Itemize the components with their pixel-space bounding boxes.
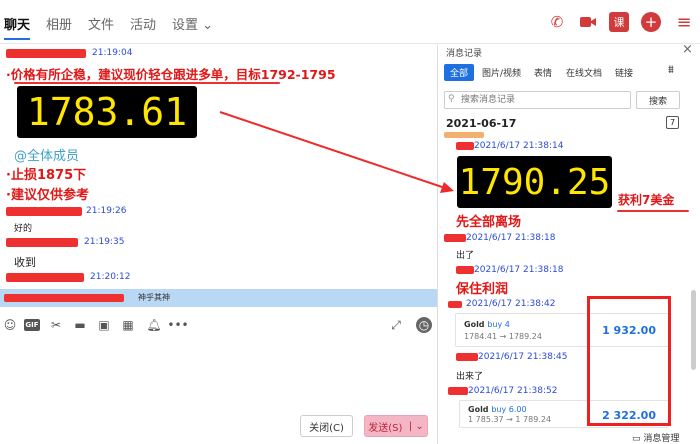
redacted-name xyxy=(6,238,78,247)
active-tab-indicator xyxy=(4,38,30,40)
profit-label: 获利7美金 xyxy=(618,193,675,207)
message-keep-profit: 保住利润 xyxy=(456,282,509,297)
history-clock-icon[interactable]: ◷ xyxy=(416,317,432,333)
underline-mark xyxy=(617,210,689,212)
reply-preview-strip[interactable]: 神乎其神 xyxy=(0,289,437,307)
expand-icon[interactable]: ⤢ xyxy=(388,317,404,333)
image-icon[interactable]: ▣ xyxy=(96,317,112,333)
trade-prices: 1784.41 → 1789.24 xyxy=(464,332,542,341)
date-header: 2021-06-17 xyxy=(446,117,517,130)
redacted-name xyxy=(6,207,82,216)
reply-text: 神乎其神 xyxy=(138,293,170,302)
input-toolbar: ☺ GIF ✂ ▬ ▣ ▦ 🔔︎ ••• ⤢ ◷ xyxy=(0,312,437,338)
trade-symbol: Gold buy 6.00 xyxy=(468,405,527,414)
calendar-icon[interactable]: 7 xyxy=(666,116,679,129)
redacted-name xyxy=(6,273,84,282)
price-image-1: 1783.61 xyxy=(17,86,197,138)
redacted-avatar xyxy=(444,132,484,138)
mention-all[interactable]: @全体成员 xyxy=(14,145,79,164)
highlight-box xyxy=(587,296,671,426)
tab-settings[interactable]: 设置 ⌄ xyxy=(172,14,213,33)
timestamp: 2021/6/17 21:38:42 xyxy=(466,299,556,309)
tab-files[interactable]: 文件 xyxy=(88,14,114,33)
tab-media[interactable]: 图片/视频 xyxy=(482,66,521,79)
video-icon[interactable] xyxy=(576,10,600,34)
message-text: 出了 xyxy=(456,251,475,261)
trade-symbol: Gold buy 4 xyxy=(464,320,510,329)
redacted-name xyxy=(456,266,474,274)
tab-chat[interactable]: 聊天 xyxy=(4,14,30,33)
underline-mark xyxy=(14,82,280,84)
search-icon: ⚲ xyxy=(448,94,455,104)
timestamp: 21:20:12 xyxy=(90,272,131,282)
redacted-name xyxy=(4,294,124,302)
scissors-icon[interactable]: ✂ xyxy=(48,317,64,333)
timestamp: 21:19:26 xyxy=(86,206,127,216)
timestamp: 2021/6/17 21:38:18 xyxy=(466,233,556,243)
message-stop-loss: ·止损1875下 xyxy=(6,168,87,183)
timestamp: 2021/6/17 21:38:18 xyxy=(474,265,564,275)
search-input[interactable] xyxy=(445,92,615,108)
close-icon[interactable]: × xyxy=(682,42,693,57)
message-advice: ·建议仅供参考 xyxy=(6,188,89,203)
search-button[interactable]: 搜索 xyxy=(636,91,680,109)
timestamp: 2021/6/17 21:38:52 xyxy=(468,386,558,396)
calendar-icon[interactable]: ▦ xyxy=(120,317,136,333)
trade-prices: 1 785.37 → 1 789.24 xyxy=(468,415,552,424)
lesson-icon[interactable]: 课 xyxy=(609,12,629,32)
tab-docs[interactable]: 在线文档 xyxy=(566,66,602,79)
tab-album[interactable]: 相册 xyxy=(46,14,72,33)
redacted-name xyxy=(448,387,468,395)
timestamp: 21:19:04 xyxy=(92,48,133,58)
close-button[interactable]: 关闭(C) xyxy=(300,415,353,437)
emoji-icon[interactable]: ☺ xyxy=(2,317,18,333)
more-icon[interactable]: ≡ xyxy=(672,10,696,34)
plus-icon[interactable]: + xyxy=(641,12,661,32)
redacted-name xyxy=(444,234,466,242)
gif-icon[interactable]: GIF xyxy=(24,319,40,331)
message-text: 出来了 xyxy=(456,372,484,382)
message-text: 收到 xyxy=(14,256,36,269)
tab-links[interactable]: 链接 xyxy=(615,66,633,79)
price-image-2: 1790.25 xyxy=(457,156,612,208)
bell-icon[interactable]: 🔔︎ xyxy=(146,317,162,333)
redacted-name xyxy=(6,49,86,58)
phone-icon[interactable]: ✆ xyxy=(545,10,569,34)
message-strategy: ·价格有所企稳，建议现价轻仓跟进多单，目标1792-1795 xyxy=(6,67,336,82)
redacted-name xyxy=(448,301,462,308)
message-management-link[interactable]: ▭ 消息管理 xyxy=(632,431,679,444)
send-button[interactable]: 发送(S) | ⌄ xyxy=(364,415,428,437)
tab-stickers[interactable]: 表情 xyxy=(534,66,552,79)
tab-activity[interactable]: 活动 xyxy=(130,14,156,33)
history-title: 消息记录 xyxy=(446,49,483,59)
folder-icon[interactable]: ▬ xyxy=(72,317,88,333)
redacted-name xyxy=(456,142,474,150)
message-text: 好的 xyxy=(14,224,33,234)
filter-icon[interactable]: ⩩ xyxy=(668,63,674,77)
more-tools-icon[interactable]: ••• xyxy=(167,317,188,333)
timestamp: 2021/6/17 21:38:45 xyxy=(478,352,568,362)
scrollbar[interactable] xyxy=(691,290,696,370)
timestamp: 21:19:35 xyxy=(84,237,125,247)
search-box: ⚲ xyxy=(444,91,631,109)
timestamp: 2021/6/17 21:38:14 xyxy=(474,141,564,151)
top-nav-bar: 聊天 相册 文件 活动 设置 ⌄ ✆ 课 + ≡ xyxy=(0,0,700,44)
tab-all[interactable]: 全部 xyxy=(444,64,474,81)
redacted-name xyxy=(456,353,478,361)
message-exit: 先全部离场 xyxy=(456,215,522,230)
